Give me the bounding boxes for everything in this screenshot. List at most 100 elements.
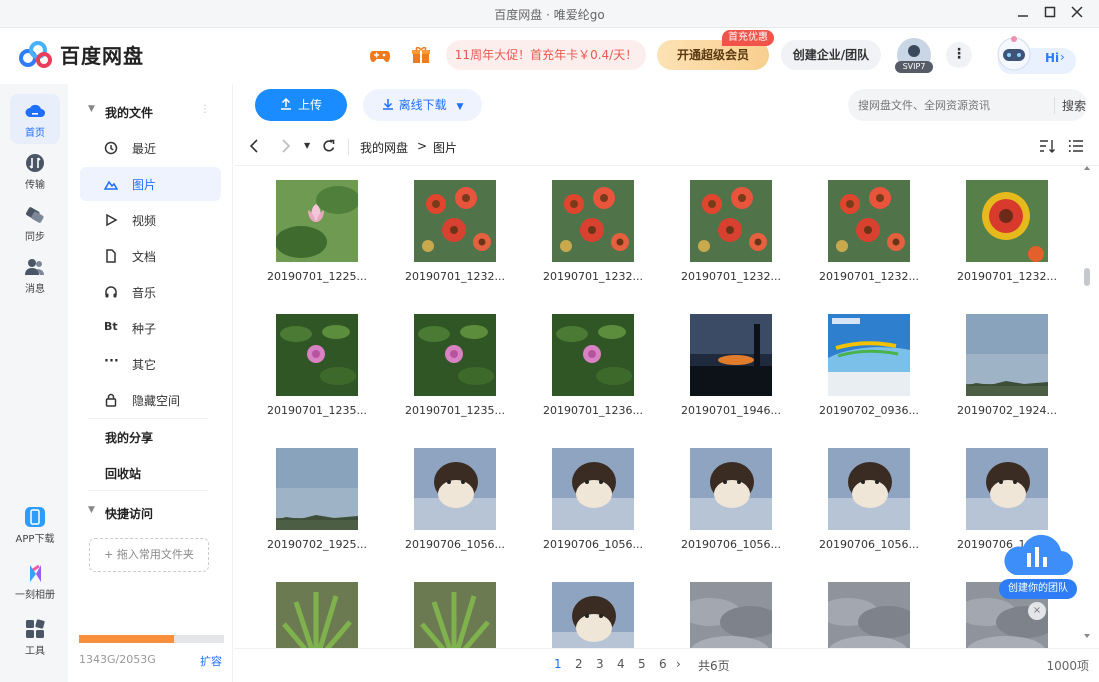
main-area: 上传 离线下载 ▼ 搜索 ▼ 我的网盘 > 图片 20190701_1225..… [234,84,1099,682]
file-tile[interactable]: 20190701_1946... [666,312,784,442]
game-controller-icon[interactable] [369,45,391,65]
minimize-button[interactable] [1012,4,1034,24]
file-tile[interactable]: 20190701_1225... [252,178,370,308]
refresh-button[interactable] [322,138,338,154]
nav-item-docs[interactable]: 文档 [80,239,221,273]
page-link[interactable]: 6 [659,657,667,671]
file-name: 20190706_1056... [819,538,919,551]
scrollbar[interactable] [1082,166,1092,642]
next-page-icon[interactable]: › [676,657,681,671]
nav-item-hidden-space[interactable]: 隐藏空间 [80,383,221,417]
offline-download-button[interactable]: 离线下载 ▼ [363,89,482,121]
file-tile[interactable]: 20190701_1232... [804,178,922,308]
sort-button[interactable] [1039,138,1055,154]
nav-item-images[interactable]: 图片 [80,167,221,201]
promo-banner[interactable]: 11周年大促！首充年卡￥0.4/天！ [446,40,646,70]
scroll-up-icon[interactable] [1082,164,1092,172]
rail-item-transfer[interactable]: 传输 [10,146,60,196]
gift-icon[interactable] [410,45,432,65]
forward-button[interactable] [278,138,294,154]
page-link[interactable]: 1 [554,657,562,671]
rail-item-album[interactable]: 一刻相册 [10,556,60,606]
file-tile[interactable]: 20190701_1232... [942,178,1060,308]
rail-item-app-download[interactable]: APP下载 [10,500,60,550]
more-menu-button[interactable]: ⋮ [946,42,972,68]
drop-favorite-folder[interactable]: + 拖入常用文件夹 [89,538,209,572]
file-tile[interactable]: 20190702_0936... [804,312,922,442]
scrollbar-thumb[interactable] [1084,268,1090,286]
list-view-icon [1068,140,1083,152]
create-enterprise-button[interactable]: 创建企业/团队 [781,40,881,70]
upload-button[interactable]: 上传 [255,89,347,121]
collapse-triangle-icon[interactable]: ▼ [88,104,95,114]
close-button[interactable] [1066,4,1088,24]
file-tile[interactable] [390,580,508,648]
create-team-widget[interactable]: 创建你的团队 [997,527,1079,601]
nav-my-share[interactable]: 我的分享 [105,429,153,446]
chevron-down-icon: ▼ [456,102,464,112]
rail-item-home[interactable]: 首页 [10,94,60,144]
file-thumbnail [552,314,634,396]
file-thumbnail [828,448,910,530]
rail-item-sync[interactable]: 同步 [10,198,60,248]
expand-storage-link[interactable]: 扩容 [200,653,222,669]
file-tile[interactable]: 20190701_1236... [528,312,646,442]
rail-item-message[interactable]: 消息 [10,250,60,300]
nav-item-label: 隐藏空间 [132,394,181,408]
file-tile[interactable] [528,580,646,648]
file-tile[interactable]: 20190702_1924... [942,312,1060,442]
back-button[interactable] [248,138,264,154]
nav-item-label: 音乐 [132,286,157,300]
rail-item-tools[interactable]: 工具 [10,612,60,662]
file-tile[interactable]: 20190706_1056... [666,446,784,576]
nav-item-torrent[interactable]: Bt 种子 [80,311,221,345]
create-team-button[interactable]: 创建你的团队 [999,579,1077,599]
list-view-button[interactable] [1068,138,1084,154]
file-thumbnail [690,180,772,262]
file-tile[interactable]: 20190701_1235... [252,312,370,442]
maximize-button[interactable] [1039,4,1061,24]
file-tile[interactable]: 20190701_1235... [390,312,508,442]
file-tile[interactable]: 20190701_1232... [528,178,646,308]
file-thumbnail [966,314,1048,396]
file-tile[interactable]: 20190701_1232... [390,178,508,308]
collapse-triangle-icon[interactable]: ▼ [88,505,95,515]
nav-more-icon[interactable]: ⋮ [200,104,210,115]
assistant-hi-button[interactable]: Hi › [990,34,1080,78]
pagination-bar: 1 2 3 4 5 6 › 共6页 1000项 [234,648,1099,682]
search-input[interactable] [858,95,1038,115]
nav-item-recent[interactable]: 最近 [80,131,221,165]
breadcrumb-root[interactable]: 我的网盘 [360,139,408,156]
baidu-netdisk-logo-icon [19,41,52,68]
file-thumbnail [690,582,772,648]
page-link[interactable]: 2 [575,657,583,671]
rail-label: 一刻相册 [15,590,55,601]
nav-quick-access[interactable]: 快捷访问 [105,505,153,522]
scroll-down-icon[interactable] [1082,632,1092,640]
nav-my-files[interactable]: 我的文件 [105,104,153,121]
transfer-icon [26,154,44,172]
file-tile[interactable]: 20190706_1056... [804,446,922,576]
nav-recycle-bin[interactable]: 回收站 [105,465,141,482]
file-name: 20190701_1235... [267,404,367,417]
file-tile[interactable] [666,580,784,648]
file-tile[interactable]: 20190701_1232... [666,178,784,308]
page-link[interactable]: 4 [617,657,625,671]
nav-item-music[interactable]: 音乐 [80,275,221,309]
search-button[interactable]: 搜索 [1054,97,1086,114]
nav-item-label: 最近 [132,142,157,156]
file-tile[interactable]: 20190706_1056... [528,446,646,576]
nav-item-video[interactable]: 视频 [80,203,221,237]
file-tile[interactable] [804,580,922,648]
file-name: 20190706_1056... [543,538,643,551]
file-tile[interactable] [252,580,370,648]
close-team-widget-icon[interactable]: × [1028,602,1046,620]
file-nav: ▼ 我的文件 ⋮ 最近 图片 视频 文档 音乐 Bt 种子 ··· 其它 隐藏空… [68,84,233,682]
nav-item-other[interactable]: ··· 其它 [80,347,221,381]
page-link[interactable]: 5 [638,657,646,671]
history-dropdown-icon[interactable]: ▼ [304,138,320,154]
page-link[interactable]: 3 [596,657,604,671]
file-tile[interactable]: 20190702_1925... [252,446,370,576]
file-tile[interactable]: 20190706_1056... [390,446,508,576]
search-box: 搜索 [848,89,1087,121]
